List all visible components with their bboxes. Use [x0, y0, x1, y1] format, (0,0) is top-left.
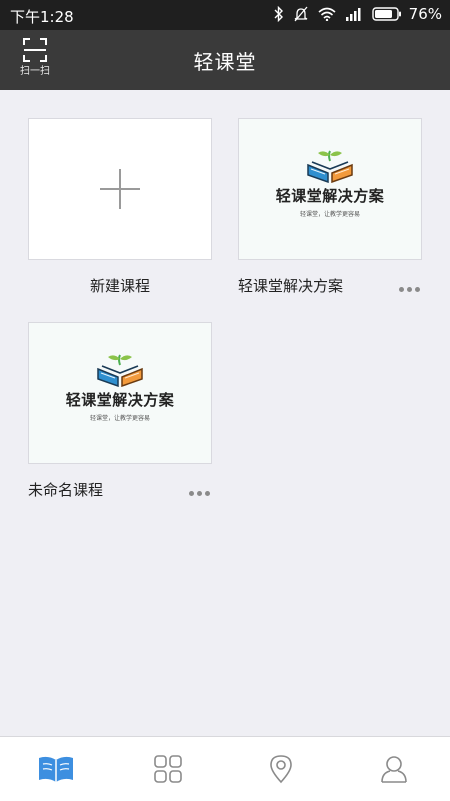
- course-grid: 新建课程 轻课堂解决方案 轻课堂，让教学更容易 轻课堂解决方案 轻课堂解决方案 …: [0, 90, 450, 736]
- course-title: 未命名课程: [28, 481, 104, 499]
- battery-level: 76%: [408, 5, 442, 23]
- nav-item-courses[interactable]: [0, 737, 112, 801]
- page-title: 轻课堂: [193, 50, 257, 74]
- logo-subtitle: 轻课堂，让教学更容易: [299, 211, 360, 218]
- more-button[interactable]: [188, 488, 212, 498]
- book-icon: [39, 756, 73, 782]
- signal-icon: [345, 8, 361, 21]
- status-time: 下午1:28: [10, 8, 74, 26]
- course-card[interactable]: 轻课堂解决方案 轻课堂，让教学更容易 未命名课程: [28, 322, 212, 500]
- bluetooth-icon: [274, 6, 283, 22]
- nav-item-apps[interactable]: [112, 737, 224, 801]
- mute-icon: [294, 6, 308, 22]
- more-button[interactable]: [398, 284, 422, 294]
- course-title: 轻课堂解决方案: [238, 277, 344, 295]
- plus-icon: [100, 169, 140, 209]
- app-header: 扫一扫 轻课堂: [0, 30, 450, 90]
- user-icon: [381, 756, 407, 783]
- logo-title: 轻课堂解决方案: [275, 187, 385, 205]
- new-course-card[interactable]: 新建课程: [28, 118, 212, 296]
- course-thumbnail[interactable]: 轻课堂解决方案 轻课堂，让教学更容易: [238, 118, 422, 260]
- nav-item-location[interactable]: [225, 737, 337, 801]
- status-bar: 下午1:28 76%: [0, 0, 450, 30]
- course-card[interactable]: 轻课堂解决方案 轻课堂，让教学更容易 轻课堂解决方案: [238, 118, 422, 296]
- grid-icon: [154, 755, 182, 783]
- course-logo: 轻课堂解决方案 轻课堂，让教学更容易: [239, 149, 421, 218]
- logo-subtitle: 轻课堂，让教学更容易: [89, 415, 150, 422]
- book-sprout-logo: [97, 354, 143, 387]
- battery-icon: [371, 7, 401, 21]
- course-logo: 轻课堂解决方案 轻课堂，让教学更容易: [29, 353, 211, 422]
- status-icons: 76%: [274, 5, 442, 23]
- location-icon: [270, 755, 292, 784]
- nav-item-profile[interactable]: [338, 737, 450, 801]
- wifi-icon: [318, 7, 336, 21]
- bottom-nav: [0, 736, 450, 801]
- book-sprout-logo: [307, 150, 353, 183]
- course-thumbnail[interactable]: 轻课堂解决方案 轻课堂，让教学更容易: [28, 322, 212, 464]
- logo-title: 轻课堂解决方案: [65, 391, 175, 409]
- new-course-thumbnail[interactable]: [28, 118, 212, 260]
- new-course-label: 新建课程: [89, 277, 150, 295]
